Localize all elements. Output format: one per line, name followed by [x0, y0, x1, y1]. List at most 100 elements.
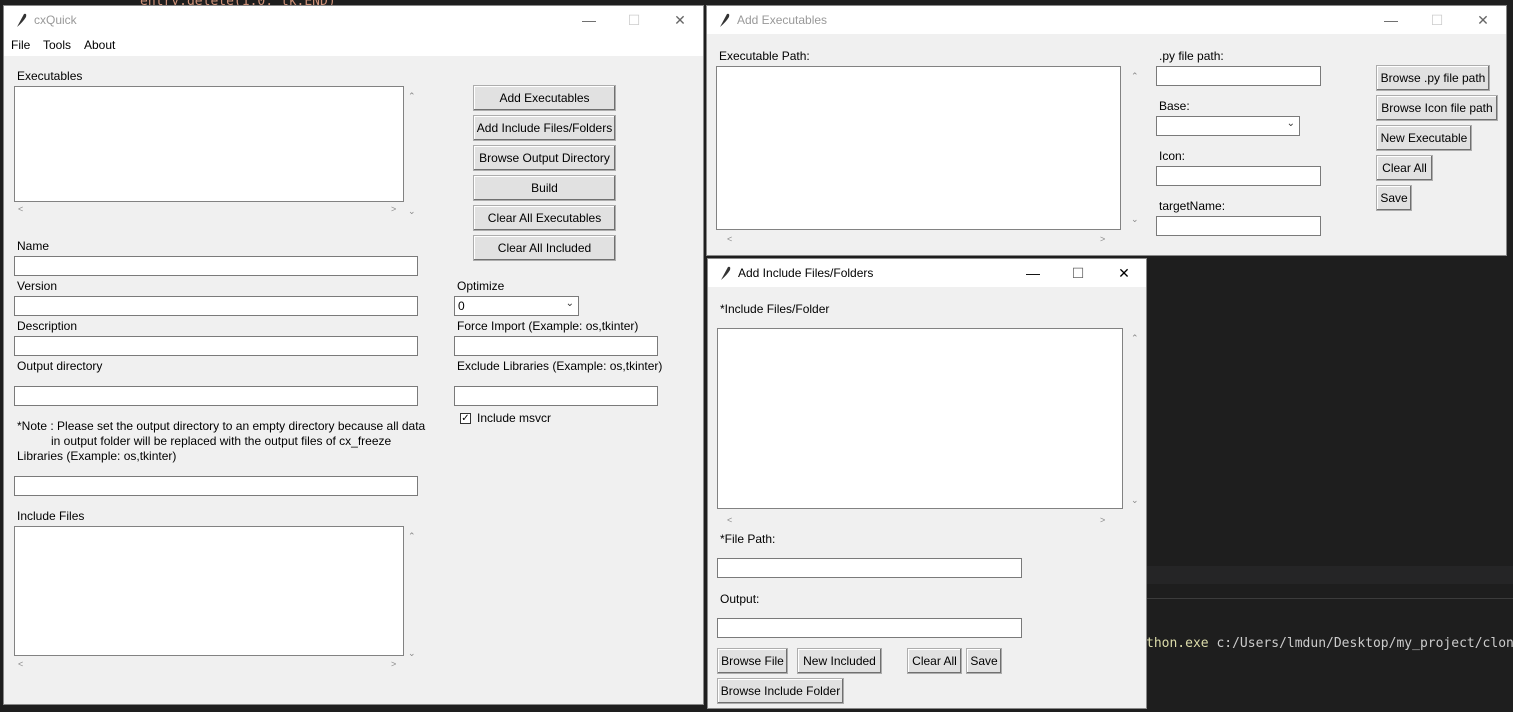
- clear-all-button[interactable]: Clear All: [907, 648, 962, 674]
- window-title: Add Include Files/Folders: [738, 266, 874, 280]
- description-field[interactable]: [14, 336, 418, 356]
- minimize-button[interactable]: —: [1010, 259, 1056, 287]
- add-executables-button[interactable]: Add Executables: [473, 85, 616, 111]
- scroll-up-icon[interactable]: ⌃: [408, 91, 416, 101]
- executables-listbox[interactable]: [14, 86, 404, 202]
- close-button[interactable]: ✕: [1101, 259, 1147, 287]
- clear-all-button[interactable]: Clear All: [1376, 155, 1433, 181]
- scroll-left-icon[interactable]: <: [18, 204, 23, 214]
- scroll-left-icon[interactable]: <: [727, 515, 732, 525]
- close-button[interactable]: ✕: [1460, 6, 1506, 34]
- feather-icon: [17, 13, 27, 27]
- terminal-output: thon.exe c:/Users/lmdun/Desktop/my_proje…: [1146, 636, 1513, 651]
- include-label: *Include Files/Folder: [720, 302, 830, 316]
- name-field[interactable]: [14, 256, 418, 276]
- add-executables-window: Add Executables — ☐ ✕ Executable Path: ⌃…: [706, 5, 1507, 256]
- clear-executables-button[interactable]: Clear All Executables: [473, 205, 616, 231]
- scroll-up-icon[interactable]: ⌃: [1131, 333, 1139, 343]
- scroll-left-icon[interactable]: <: [18, 659, 23, 669]
- exec-path-textbox[interactable]: [716, 66, 1121, 230]
- base-select[interactable]: ⌄: [1156, 116, 1300, 136]
- feather-icon: [720, 13, 730, 27]
- optimize-value: 0: [458, 299, 465, 313]
- menu-file[interactable]: File: [11, 38, 30, 52]
- minimize-button[interactable]: —: [1368, 6, 1414, 34]
- libraries-field[interactable]: [14, 476, 418, 496]
- file-path-label: *File Path:: [720, 532, 776, 546]
- include-files-listbox[interactable]: [14, 526, 404, 656]
- exclude-libs-field[interactable]: [454, 386, 658, 406]
- file-path-field[interactable]: [717, 558, 1022, 578]
- optimize-label: Optimize: [457, 279, 505, 293]
- feather-icon: [721, 266, 731, 280]
- note-line-2: in output folder will be replaced with t…: [51, 434, 392, 448]
- scroll-down-icon[interactable]: ⌄: [408, 648, 416, 658]
- scroll-right-icon[interactable]: >: [1100, 234, 1105, 244]
- force-import-label: Force Import (Example: os,tkinter): [457, 319, 639, 333]
- terminal-path: c:/Users/lmdun/Desktop/my_project/clone/…: [1216, 636, 1513, 651]
- scroll-down-icon[interactable]: ⌄: [1131, 495, 1139, 505]
- scroll-down-icon[interactable]: ⌄: [408, 206, 416, 216]
- output-field[interactable]: [717, 618, 1022, 638]
- panel-header: [1146, 566, 1513, 584]
- menu-tools[interactable]: Tools: [43, 38, 71, 52]
- window-title: cxQuick: [34, 13, 77, 27]
- version-field[interactable]: [14, 296, 418, 316]
- output-dir-field[interactable]: [14, 386, 418, 406]
- executables-label: Executables: [17, 69, 83, 83]
- window-title: Add Executables: [737, 13, 828, 27]
- include-msvcr-label: Include msvcr: [477, 411, 552, 425]
- include-textbox[interactable]: [717, 328, 1123, 509]
- scroll-right-icon[interactable]: >: [1100, 515, 1105, 525]
- maximize-button[interactable]: ☐: [1414, 6, 1460, 34]
- include-msvcr-checkbox[interactable]: ✓: [460, 413, 471, 424]
- scroll-right-icon[interactable]: >: [391, 204, 396, 214]
- scroll-left-icon[interactable]: <: [727, 234, 732, 244]
- optimize-select[interactable]: 0 ⌄: [454, 296, 579, 316]
- minimize-button[interactable]: —: [566, 6, 612, 34]
- maximize-button[interactable]: ☐: [611, 6, 657, 34]
- menu-about[interactable]: About: [84, 38, 115, 52]
- target-name-label: targetName:: [1159, 199, 1226, 213]
- scroll-up-icon[interactable]: ⌃: [408, 531, 416, 541]
- exclude-libs-label: Exclude Libraries (Example: os,tkinter): [457, 359, 663, 373]
- main-window: cxQuick — ☐ ✕ File Tools About Executabl…: [3, 5, 704, 705]
- base-label: Base:: [1159, 99, 1190, 113]
- clear-included-button[interactable]: Clear All Included: [473, 235, 616, 261]
- panel-divider: [1146, 598, 1513, 599]
- title-bar: Add Executables — ☐ ✕: [707, 6, 1506, 34]
- add-include-button[interactable]: Add Include Files/Folders: [473, 115, 616, 141]
- force-import-field[interactable]: [454, 336, 658, 356]
- libraries-label: Libraries (Example: os,tkinter): [17, 449, 177, 463]
- target-name-field[interactable]: [1156, 216, 1321, 236]
- output-dir-label: Output directory: [17, 359, 103, 373]
- save-button[interactable]: Save: [1376, 185, 1412, 211]
- scroll-up-icon[interactable]: ⌃: [1131, 71, 1139, 81]
- py-path-field[interactable]: [1156, 66, 1321, 86]
- note-line-1: *Note : Please set the output directory …: [17, 419, 426, 433]
- maximize-button[interactable]: ☐: [1055, 259, 1101, 287]
- title-bar: cxQuick — ☐ ✕: [4, 6, 703, 34]
- menu-bar: File Tools About: [4, 34, 703, 56]
- new-executable-button[interactable]: New Executable: [1376, 125, 1472, 151]
- browse-file-button[interactable]: Browse File: [717, 648, 788, 674]
- icon-field[interactable]: [1156, 166, 1321, 186]
- browse-output-button[interactable]: Browse Output Directory: [473, 145, 616, 171]
- output-label: Output:: [720, 592, 760, 606]
- py-path-label: .py file path:: [1159, 49, 1224, 63]
- chevron-down-icon: ⌄: [565, 298, 574, 309]
- description-label: Description: [17, 319, 78, 333]
- scroll-right-icon[interactable]: >: [391, 659, 396, 669]
- browse-py-button[interactable]: Browse .py file path: [1376, 65, 1490, 91]
- save-button[interactable]: Save: [966, 648, 1002, 674]
- close-button[interactable]: ✕: [657, 6, 703, 34]
- add-include-window: Add Include Files/Folders — ☐ ✕ *Include…: [707, 258, 1147, 709]
- icon-label: Icon:: [1159, 149, 1186, 163]
- name-label: Name: [17, 239, 50, 253]
- new-included-button[interactable]: New Included: [797, 648, 882, 674]
- build-button[interactable]: Build: [473, 175, 616, 201]
- browse-icon-button[interactable]: Browse Icon file path: [1376, 95, 1498, 121]
- terminal-exe: thon.exe: [1146, 636, 1209, 651]
- browse-folder-button[interactable]: Browse Include Folder: [717, 678, 844, 704]
- scroll-down-icon[interactable]: ⌄: [1131, 214, 1139, 224]
